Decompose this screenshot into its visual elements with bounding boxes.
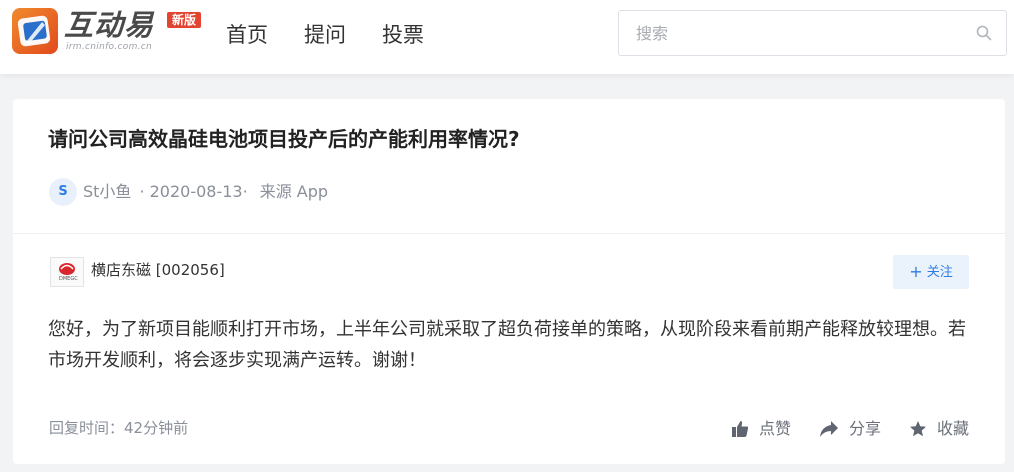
question-source: 来源 App [259, 182, 329, 201]
logo-domain: irm.cninfo.com.cn [66, 42, 153, 52]
company-logo-text: DMEGC [59, 276, 78, 282]
like-label: 点赞 [758, 419, 791, 438]
plus-icon: + [909, 262, 923, 281]
collect-label: 收藏 [936, 419, 969, 438]
top-header: 互动易 irm.cninfo.com.cn 新版 首页 提问 投票 [0, 0, 1014, 74]
new-version-badge: 新版 [167, 12, 202, 28]
search-box [618, 10, 1007, 56]
logo-text: 互动易 [64, 8, 155, 42]
divider [13, 233, 1005, 234]
nav-item-home[interactable]: 首页 [226, 20, 268, 50]
asker-name[interactable]: St小鱼 [83, 178, 131, 206]
search-icon[interactable] [976, 25, 992, 41]
thumbs-up-icon [731, 421, 749, 437]
share-label: 分享 [848, 419, 881, 438]
main-nav: 首页 提问 投票 [226, 20, 460, 50]
follow-button[interactable]: + 关注 [893, 255, 969, 289]
like-button[interactable]: 点赞 [731, 417, 791, 441]
company-name[interactable]: 横店东磁 [002056] [91, 257, 225, 283]
question-date: · 2020-08-13· [139, 182, 248, 201]
reply-time: 回复时间：42分钟前 [49, 419, 189, 437]
collect-button[interactable]: 收藏 [909, 417, 969, 441]
share-arrow-icon [819, 421, 838, 437]
qa-card: 请问公司高效晶硅电池项目投产后的产能利用率情况? S St小鱼 · 2020-0… [13, 99, 1005, 464]
dmegc-logo-icon[interactable] [50, 257, 84, 287]
answer-company: DMEGC 横店东磁 [002056] [50, 257, 225, 287]
star-icon [909, 421, 926, 437]
logo-mark-icon [12, 8, 58, 54]
asker-avatar[interactable]: S [49, 178, 77, 206]
site-logo[interactable]: 互动易 irm.cninfo.com.cn 新版 [12, 6, 212, 62]
nav-item-vote[interactable]: 投票 [382, 20, 424, 50]
answer-actions: 点赞 分享 收藏 [703, 417, 969, 441]
answer-text: 您好，为了新项目能顺利打开市场，上半年公司就采取了超负荷接单的策略，从现阶段来看… [48, 319, 966, 371]
follow-label: 关注 [926, 265, 953, 280]
search-input[interactable] [619, 11, 959, 55]
question-meta: S St小鱼 · 2020-08-13· 来源 App [49, 178, 328, 206]
question-title[interactable]: 请问公司高效晶硅电池项目投产后的产能利用率情况? [48, 125, 520, 153]
nav-item-ask[interactable]: 提问 [304, 20, 346, 50]
share-button[interactable]: 分享 [819, 417, 881, 441]
